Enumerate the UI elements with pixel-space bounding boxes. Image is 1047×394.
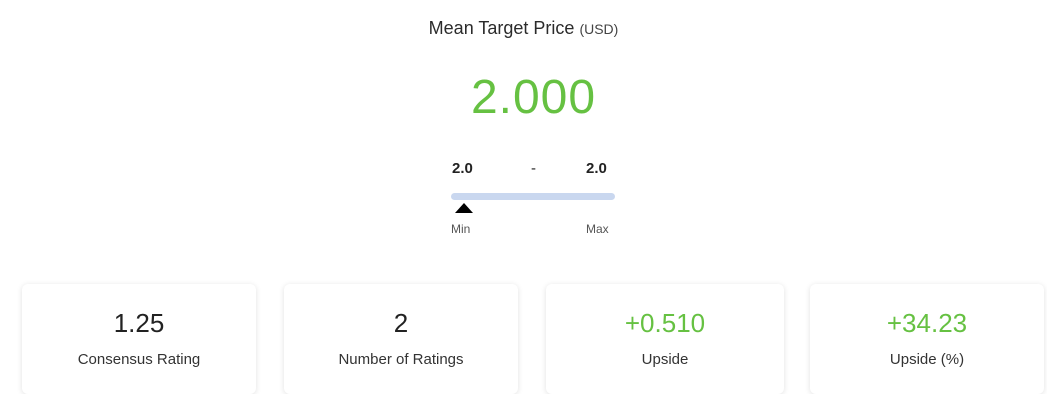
consensus-rating-card: 1.25 Consensus Rating xyxy=(22,284,256,394)
upside-value: +0.510 xyxy=(624,308,706,338)
number-of-ratings-value: 2 xyxy=(393,308,409,338)
upside-percent-label: Upside (%) xyxy=(889,351,965,368)
stats-cards: 1.25 Consensus Rating 2 Number of Rating… xyxy=(0,284,1047,394)
title-text: Mean Target Price xyxy=(428,18,575,38)
price-range-bar xyxy=(451,193,615,200)
mean-target-price-value: 2.000 xyxy=(470,71,597,124)
number-of-ratings-label: Number of Ratings xyxy=(338,351,464,368)
range-separator: - xyxy=(531,160,536,177)
range-min-value: 2.0 xyxy=(452,160,473,177)
upside-percent-value: +34.23 xyxy=(886,308,968,338)
consensus-rating-value: 1.25 xyxy=(113,308,165,338)
currency-unit: (USD) xyxy=(579,21,619,37)
consensus-rating-label: Consensus Rating xyxy=(77,351,201,368)
price-range-values: 2.0 - 2.0 xyxy=(450,160,620,180)
range-max-label: Max xyxy=(586,222,609,236)
range-max-value: 2.0 xyxy=(586,160,607,177)
range-min-label: Min xyxy=(451,222,471,236)
upside-label: Upside xyxy=(641,351,689,368)
upside-card: +0.510 Upside xyxy=(546,284,784,394)
mean-target-price-title: Mean Target Price (USD) xyxy=(0,18,1047,39)
number-of-ratings-card: 2 Number of Ratings xyxy=(284,284,518,394)
upside-percent-card: +34.23 Upside (%) xyxy=(810,284,1044,394)
range-marker-triangle-icon xyxy=(455,203,473,213)
